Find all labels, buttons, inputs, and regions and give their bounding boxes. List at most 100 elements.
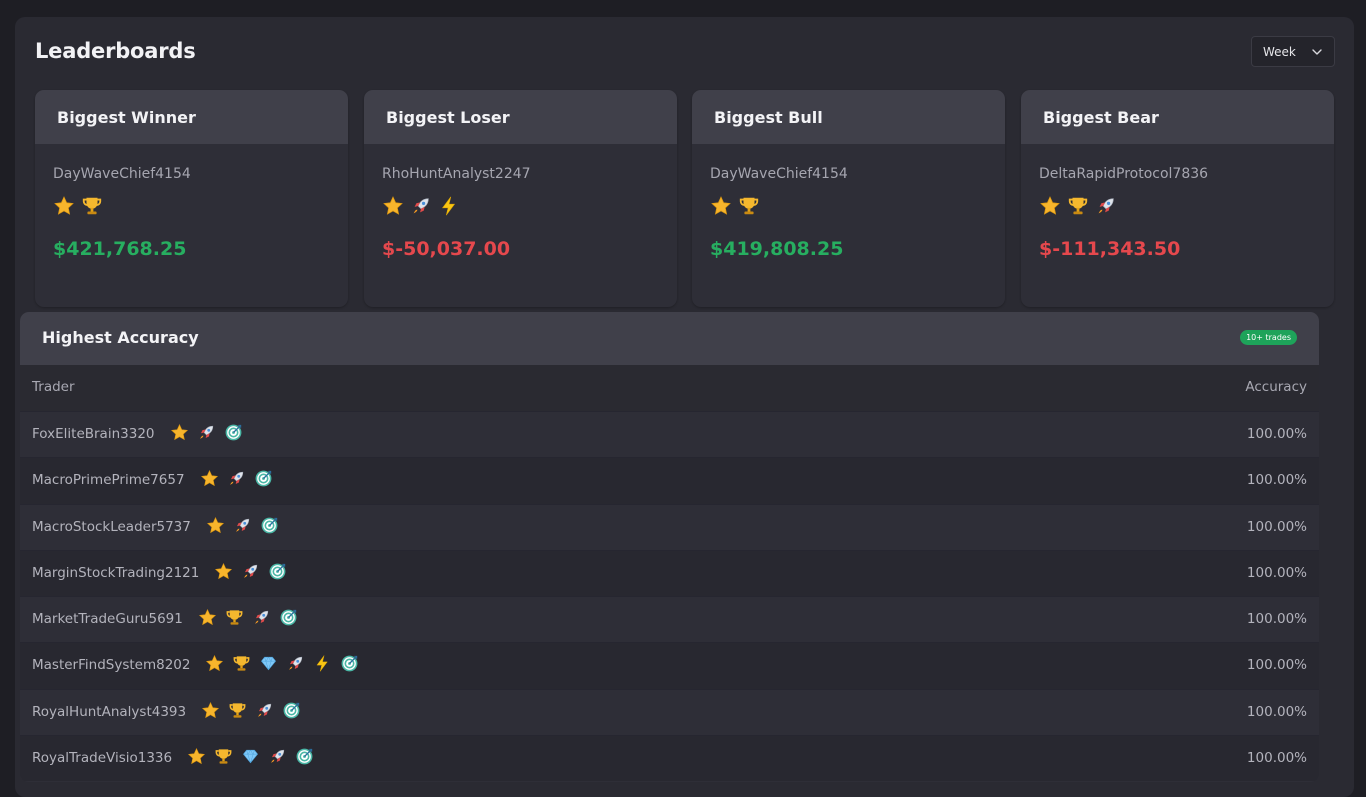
card-trader-name[interactable]: DayWaveChief4154 <box>710 166 848 182</box>
card-trader-name[interactable]: RhoHuntAnalyst2247 <box>382 166 531 182</box>
trader-name[interactable]: MasterFindSystem8202 <box>32 657 190 673</box>
trader-badges <box>170 423 243 442</box>
accuracy-value: 100.00% <box>1246 750 1307 767</box>
target-icon <box>282 701 301 720</box>
trophy-icon <box>81 195 103 217</box>
card-trader-name[interactable]: DeltaRapidProtocol7836 <box>1039 166 1208 182</box>
card-biggest-bear[interactable]: Biggest Bear DeltaRapidProtocol7836 $-11… <box>1021 90 1334 307</box>
lightning-icon <box>313 654 332 673</box>
card-value: $-50,037.00 <box>382 238 511 260</box>
trader-badges <box>205 654 359 673</box>
table-column-headers: Trader Accuracy <box>20 365 1319 411</box>
target-icon <box>279 608 298 627</box>
card-biggest-winner[interactable]: Biggest Winner DayWaveChief4154 $421,768… <box>35 90 348 307</box>
rocket-icon <box>227 469 246 488</box>
rocket-icon <box>233 516 252 535</box>
page-title: Leaderboards <box>35 39 196 63</box>
star-icon <box>170 423 189 442</box>
trader-name[interactable]: MacroPrimePrime7657 <box>32 472 185 488</box>
trader-name[interactable]: FoxEliteBrain3320 <box>32 426 155 442</box>
trader-badges <box>201 701 301 720</box>
lightning-icon <box>438 195 460 217</box>
table-title: Highest Accuracy <box>42 328 199 347</box>
rocket-icon <box>197 423 216 442</box>
trophy-icon <box>738 195 760 217</box>
table-row[interactable]: MarginStockTrading2121 100.00% <box>20 549 1319 597</box>
column-header-trader[interactable]: Trader <box>32 379 75 395</box>
rocket-icon <box>268 747 287 766</box>
chevron-down-icon <box>1312 49 1322 55</box>
trophy-icon <box>214 747 233 766</box>
star-icon <box>1039 195 1061 217</box>
rocket-icon <box>286 654 305 673</box>
card-heading: Biggest Bear <box>1021 90 1334 144</box>
table-row[interactable]: MacroStockLeader5737 100.00% <box>20 503 1319 550</box>
trader-name[interactable]: MacroStockLeader5737 <box>32 519 191 535</box>
accuracy-value: 100.00% <box>1246 657 1307 674</box>
diamond-icon <box>259 654 278 673</box>
column-header-accuracy[interactable]: Accuracy <box>1245 379 1307 395</box>
table-row[interactable]: FoxEliteBrain3320 100.00% <box>20 411 1319 458</box>
card-heading: Biggest Winner <box>35 90 348 144</box>
star-icon <box>710 195 732 217</box>
card-trader-name[interactable]: DayWaveChief4154 <box>53 166 191 182</box>
star-icon <box>206 516 225 535</box>
trader-badges <box>187 747 314 766</box>
period-select-value: Week <box>1263 44 1296 59</box>
accuracy-value: 100.00% <box>1246 472 1307 489</box>
period-select[interactable]: Week <box>1251 36 1335 67</box>
star-icon <box>382 195 404 217</box>
target-icon <box>340 654 359 673</box>
table-row[interactable]: MarketTradeGuru5691 100.00% <box>20 596 1319 643</box>
card-value: $421,768.25 <box>53 238 187 260</box>
trader-name[interactable]: RoyalTradeVisio1336 <box>32 750 172 766</box>
rocket-icon <box>252 608 271 627</box>
accuracy-value: 100.00% <box>1246 564 1307 581</box>
trader-badges <box>200 469 273 488</box>
rocket-icon <box>255 701 274 720</box>
accuracy-value: 100.00% <box>1246 426 1307 442</box>
star-icon <box>200 469 219 488</box>
trader-name[interactable]: RoyalHuntAnalyst4393 <box>32 704 186 720</box>
card-biggest-bull[interactable]: Biggest Bull DayWaveChief4154 $419,808.2… <box>692 90 1005 307</box>
card-biggest-loser[interactable]: Biggest Loser RhoHuntAnalyst2247 $-50,03… <box>364 90 677 307</box>
target-icon <box>268 562 287 581</box>
card-value: $419,808.25 <box>710 238 844 260</box>
target-icon <box>224 423 243 442</box>
rocket-icon <box>1095 195 1117 217</box>
trophy-icon <box>1067 195 1089 217</box>
trader-badges <box>206 516 279 535</box>
table-row[interactable]: MacroPrimePrime7657 100.00% <box>20 457 1319 504</box>
accuracy-value: 100.00% <box>1246 518 1307 535</box>
trophy-icon <box>228 701 247 720</box>
accuracy-value: 100.00% <box>1246 611 1307 628</box>
trophy-icon <box>232 654 251 673</box>
card-value: $-111,343.50 <box>1039 238 1181 260</box>
trophy-icon <box>225 608 244 627</box>
trader-name[interactable]: MarketTradeGuru5691 <box>32 611 183 627</box>
star-icon <box>205 654 224 673</box>
card-badges <box>710 195 760 217</box>
target-icon <box>254 469 273 488</box>
table-row[interactable]: RoyalHuntAnalyst4393 100.00% <box>20 688 1319 736</box>
card-badges <box>53 195 103 217</box>
target-icon <box>295 747 314 766</box>
highest-accuracy-table: Highest Accuracy 10+ trades Trader Accur… <box>20 312 1319 782</box>
table-header-bar: Highest Accuracy 10+ trades <box>20 312 1319 365</box>
star-icon <box>53 195 75 217</box>
accuracy-value: 100.00% <box>1246 703 1307 720</box>
star-icon <box>187 747 206 766</box>
star-icon <box>198 608 217 627</box>
trader-name[interactable]: MarginStockTrading2121 <box>32 565 199 581</box>
target-icon <box>260 516 279 535</box>
trader-badges <box>198 608 298 627</box>
table-body: FoxEliteBrain3320 100.00% MacroPrimePrim… <box>20 411 1319 782</box>
diamond-icon <box>241 747 260 766</box>
star-icon <box>214 562 233 581</box>
card-badges <box>382 195 460 217</box>
table-row[interactable]: MasterFindSystem8202 100.00% <box>20 642 1319 689</box>
card-heading: Biggest Bull <box>692 90 1005 144</box>
rocket-icon <box>241 562 260 581</box>
table-row[interactable]: RoyalTradeVisio1336 100.00% <box>20 735 1319 782</box>
card-heading: Biggest Loser <box>364 90 677 144</box>
